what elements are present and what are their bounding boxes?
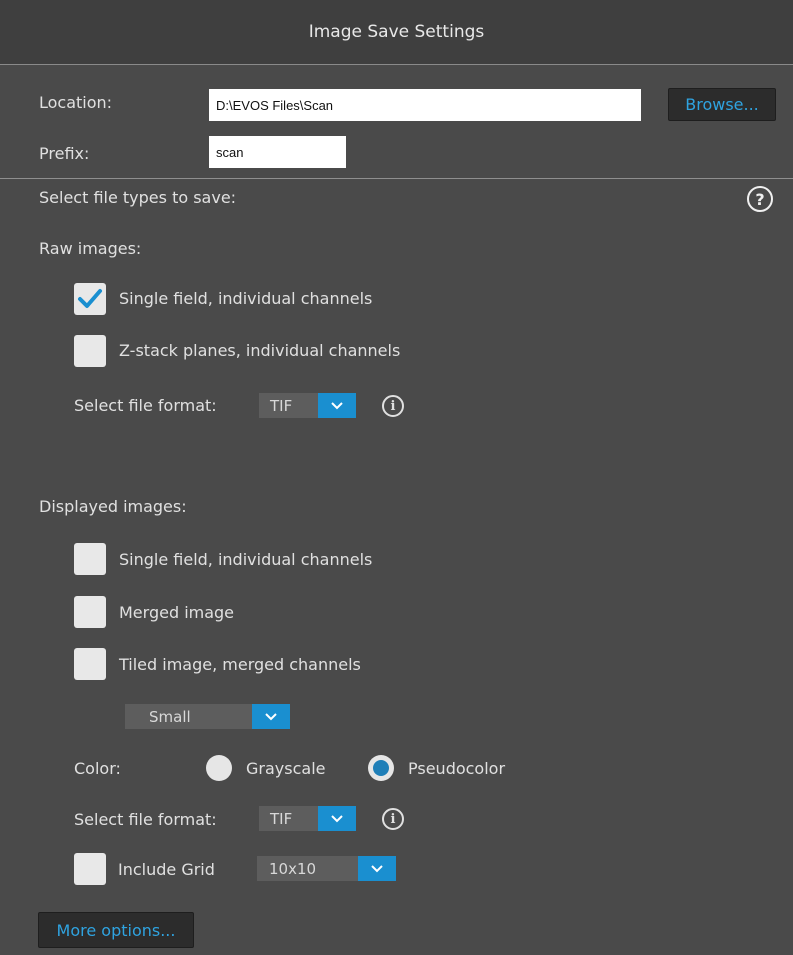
prefix-input[interactable]: scan xyxy=(209,136,346,168)
displayed-format-label: Select file format: xyxy=(74,810,217,829)
displayed-format-info-icon[interactable]: i xyxy=(382,808,404,830)
pseudocolor-radio[interactable] xyxy=(368,755,394,781)
displayed-single-field-label: Single field, individual channels xyxy=(119,550,373,569)
raw-format-info-icon[interactable]: i xyxy=(382,395,404,417)
grid-size-value: 10x10 xyxy=(257,856,358,881)
grid-size-dropdown[interactable]: 10x10 xyxy=(257,856,396,881)
raw-single-field-checkbox[interactable] xyxy=(74,283,106,315)
merged-image-label: Merged image xyxy=(119,603,235,622)
help-icon[interactable]: ? xyxy=(747,186,773,212)
raw-zstack-label: Z-stack planes, individual channels xyxy=(119,341,401,360)
tile-size-value: Small xyxy=(125,704,252,729)
include-grid-label: Include Grid xyxy=(118,860,215,879)
tiled-image-checkbox[interactable] xyxy=(74,648,106,680)
chevron-down-icon xyxy=(252,704,290,729)
location-label: Location: xyxy=(39,93,113,112)
grayscale-radio[interactable] xyxy=(206,755,232,781)
grayscale-label: Grayscale xyxy=(246,759,326,778)
raw-format-dropdown[interactable]: TIF xyxy=(259,393,356,418)
tile-size-dropdown[interactable]: Small xyxy=(125,704,290,729)
displayed-single-field-checkbox[interactable] xyxy=(74,543,106,575)
dialog-title: Image Save Settings xyxy=(308,22,485,42)
raw-format-label: Select file format: xyxy=(74,396,217,415)
section-divider xyxy=(0,178,793,179)
pseudocolor-label: Pseudocolor xyxy=(408,759,506,778)
checkmark-icon xyxy=(78,289,102,308)
raw-format-value: TIF xyxy=(259,393,318,418)
more-options-button[interactable]: More options... xyxy=(38,912,194,948)
color-label: Color: xyxy=(74,759,121,778)
location-input[interactable]: D:\EVOS Files\Scan xyxy=(209,89,641,121)
displayed-format-dropdown[interactable]: TIF xyxy=(259,806,356,831)
raw-single-field-label: Single field, individual channels xyxy=(119,289,373,308)
dialog-title-bar: Image Save Settings xyxy=(0,0,793,65)
raw-images-heading: Raw images: xyxy=(39,239,142,258)
file-types-label: Select file types to save: xyxy=(39,188,237,207)
raw-zstack-checkbox[interactable] xyxy=(74,335,106,367)
browse-button[interactable]: Browse... xyxy=(668,88,776,121)
displayed-format-value: TIF xyxy=(259,806,318,831)
tiled-image-label: Tiled image, merged channels xyxy=(119,655,361,674)
include-grid-checkbox[interactable] xyxy=(74,853,106,885)
chevron-down-icon xyxy=(358,856,396,881)
chevron-down-icon xyxy=(318,806,356,831)
merged-image-checkbox[interactable] xyxy=(74,596,106,628)
chevron-down-icon xyxy=(318,393,356,418)
prefix-label: Prefix: xyxy=(39,144,90,163)
displayed-images-heading: Displayed images: xyxy=(39,497,187,516)
